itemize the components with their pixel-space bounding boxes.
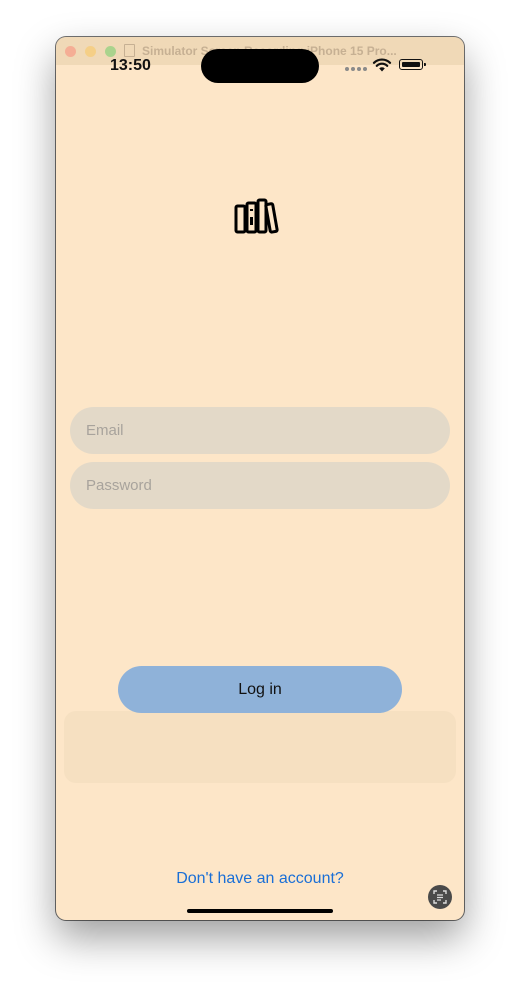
- dynamic-island: [201, 49, 319, 83]
- email-field[interactable]: [70, 407, 450, 454]
- media-player-ghost: [64, 711, 456, 783]
- minimize-window-button[interactable]: [85, 46, 96, 57]
- status-time: 13:50: [110, 57, 151, 74]
- books-icon: [234, 198, 279, 234]
- zoom-window-button[interactable]: [105, 46, 116, 57]
- password-field[interactable]: [70, 462, 450, 509]
- cellular-dots-icon: [345, 67, 367, 71]
- signup-link[interactable]: Don't have an account?: [56, 870, 464, 888]
- simulator-window: Simulator Screen Recording iPhone 15 Pro…: [56, 37, 464, 920]
- document-icon: [124, 44, 135, 57]
- live-text-button[interactable]: [428, 885, 452, 909]
- close-window-button[interactable]: [65, 46, 76, 57]
- login-button[interactable]: Log in: [118, 666, 402, 713]
- wifi-icon: [372, 58, 392, 72]
- live-text-icon: [433, 890, 447, 904]
- battery-icon: [399, 59, 426, 70]
- home-indicator[interactable]: [187, 909, 333, 913]
